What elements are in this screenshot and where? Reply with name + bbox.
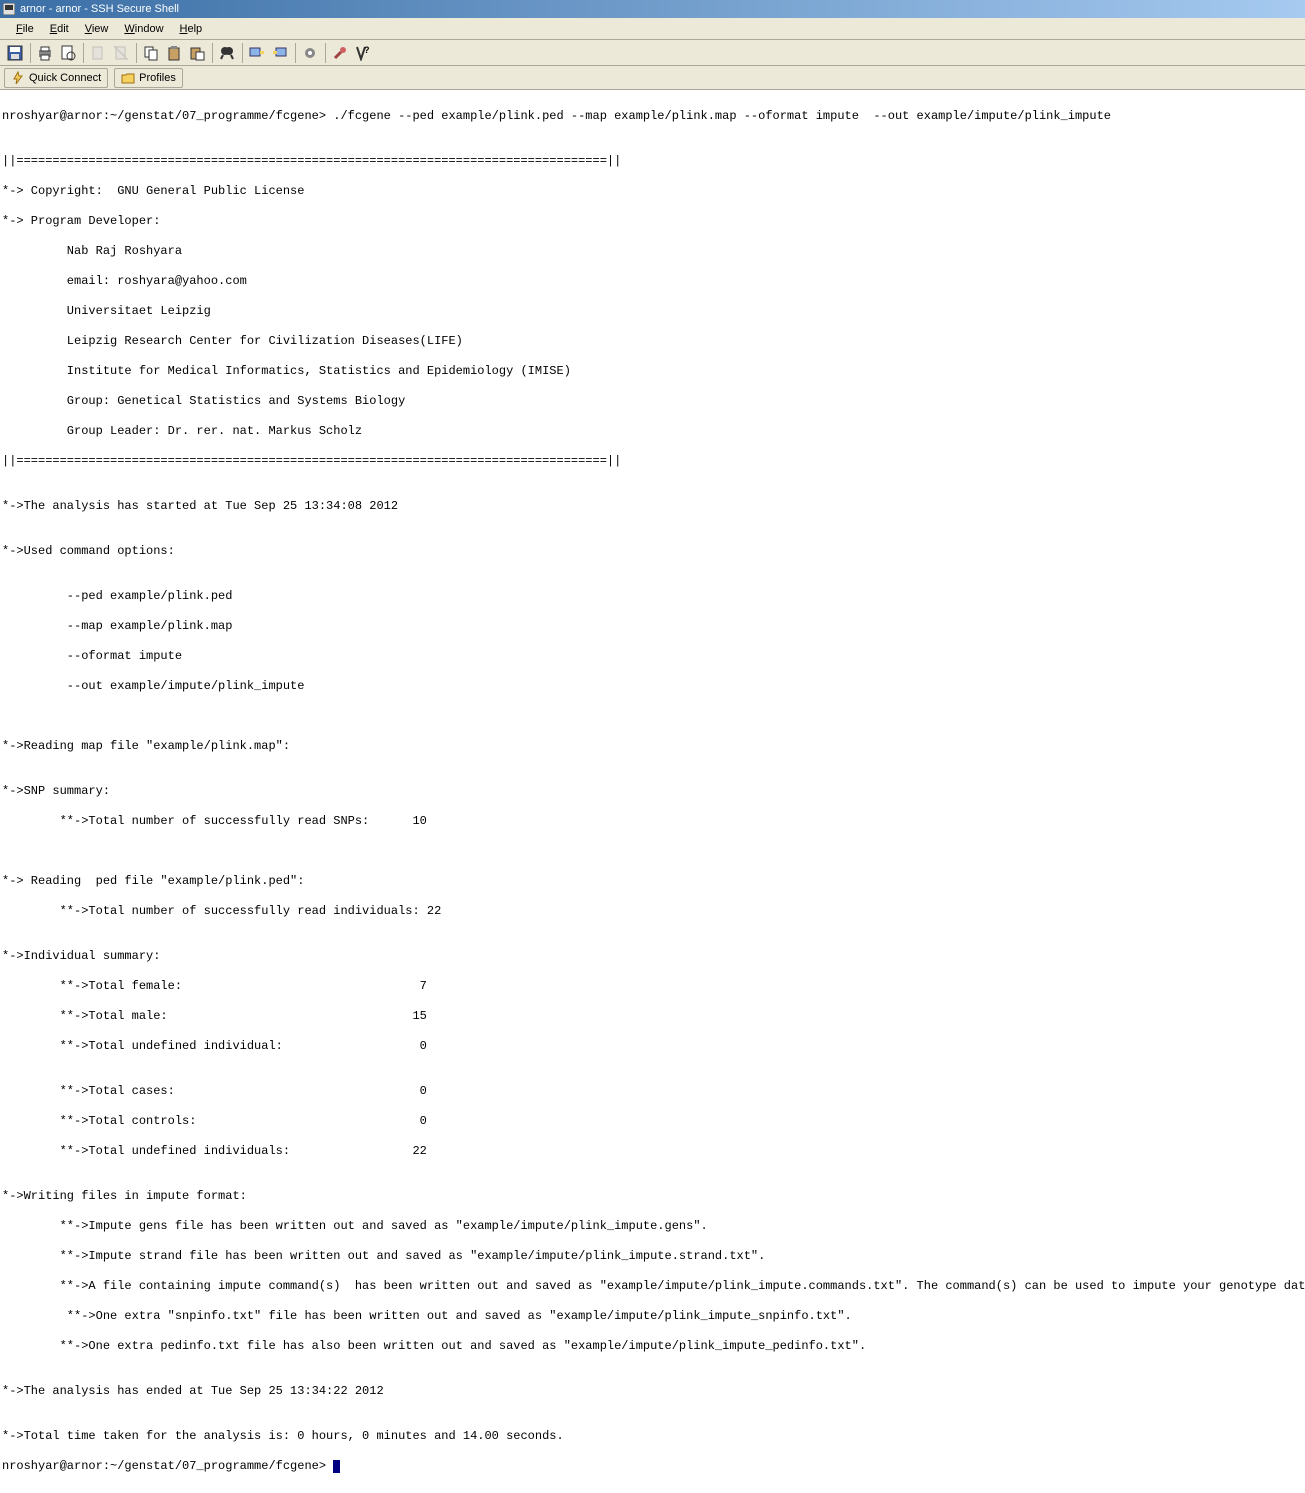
- terminal-line: **->Total female: 7: [2, 979, 1303, 994]
- new-doc-icon[interactable]: [87, 42, 109, 64]
- terminal-line: --ped example/plink.ped: [2, 589, 1303, 604]
- terminal-line: email: roshyara@yahoo.com: [2, 274, 1303, 289]
- terminal-line: --map example/plink.map: [2, 619, 1303, 634]
- terminal-line: *-> Reading ped file "example/plink.ped"…: [2, 874, 1303, 889]
- find-icon[interactable]: [216, 42, 238, 64]
- terminal-line: **->Total cases: 0: [2, 1084, 1303, 1099]
- cursor: [333, 1460, 340, 1473]
- lightning-icon: [11, 71, 25, 85]
- save-icon[interactable]: [4, 42, 26, 64]
- copy-icon[interactable]: [140, 42, 162, 64]
- profiles-button[interactable]: Profiles: [114, 68, 183, 88]
- titlebar: arnor - arnor - SSH Secure Shell: [0, 0, 1305, 18]
- terminal-line: Nab Raj Roshyara: [2, 244, 1303, 259]
- separator: [212, 43, 213, 63]
- terminal-line: Universitaet Leipzig: [2, 304, 1303, 319]
- terminal-line: --out example/impute/plink_impute: [2, 679, 1303, 694]
- menu-window[interactable]: Window: [116, 20, 171, 38]
- terminal-line: ||======================================…: [2, 154, 1303, 169]
- separator: [83, 43, 84, 63]
- terminal-line: **->One extra "snpinfo.txt" file has bee…: [2, 1309, 1303, 1324]
- terminal-line: *->The analysis has ended at Tue Sep 25 …: [2, 1384, 1303, 1399]
- terminal-output[interactable]: nroshyar@arnor:~/genstat/07_programme/fc…: [0, 90, 1305, 1493]
- connect2-icon[interactable]: [269, 42, 291, 64]
- window-title: arnor - arnor - SSH Secure Shell: [20, 3, 179, 15]
- terminal-line: **->A file containing impute command(s) …: [2, 1279, 1303, 1294]
- terminal-line: **->Total number of successfully read SN…: [2, 814, 1303, 829]
- terminal-line: *->SNP summary:: [2, 784, 1303, 799]
- menu-view[interactable]: View: [77, 20, 117, 38]
- terminal-line: *->The analysis has started at Tue Sep 2…: [2, 499, 1303, 514]
- svg-text:?: ?: [364, 45, 370, 55]
- menu-help[interactable]: Help: [172, 20, 211, 38]
- separator: [136, 43, 137, 63]
- folder-icon: [121, 71, 135, 85]
- terminal-line: **->Total male: 15: [2, 1009, 1303, 1024]
- terminal-line: **->Impute strand file has been written …: [2, 1249, 1303, 1264]
- terminal-line: *->Used command options:: [2, 544, 1303, 559]
- app-icon: [2, 2, 16, 16]
- terminal-line: **->Total undefined individual: 0: [2, 1039, 1303, 1054]
- paste-icon[interactable]: [163, 42, 185, 64]
- terminal-line: **->Total number of successfully read in…: [2, 904, 1303, 919]
- quick-connect-label: Quick Connect: [29, 72, 101, 84]
- terminal-line: --oformat impute: [2, 649, 1303, 664]
- terminal-line: Group: Genetical Statistics and Systems …: [2, 394, 1303, 409]
- terminal-line: nroshyar@arnor:~/genstat/07_programme/fc…: [2, 109, 1303, 124]
- connect-icon[interactable]: [246, 42, 268, 64]
- quickbar: Quick Connect Profiles: [0, 66, 1305, 90]
- terminal-line: Institute for Medical Informatics, Stati…: [2, 364, 1303, 379]
- menu-file[interactable]: File: [8, 20, 42, 38]
- key-icon[interactable]: [329, 42, 351, 64]
- terminal-line: ||======================================…: [2, 454, 1303, 469]
- paste2-icon[interactable]: [186, 42, 208, 64]
- terminal-line: Group Leader: Dr. rer. nat. Markus Schol…: [2, 424, 1303, 439]
- terminal-line: Leipzig Research Center for Civilization…: [2, 334, 1303, 349]
- terminal-line: **->One extra pedinfo.txt file has also …: [2, 1339, 1303, 1354]
- terminal-line: **->Impute gens file has been written ou…: [2, 1219, 1303, 1234]
- terminal-line: *-> Copyright: GNU General Public Licens…: [2, 184, 1303, 199]
- help-icon[interactable]: ?: [352, 42, 374, 64]
- toolbar: ?: [0, 40, 1305, 66]
- preview-icon[interactable]: [57, 42, 79, 64]
- menu-edit[interactable]: Edit: [42, 20, 77, 38]
- menubar: File Edit View Window Help: [0, 18, 1305, 40]
- profiles-label: Profiles: [139, 72, 176, 84]
- separator: [30, 43, 31, 63]
- separator: [325, 43, 326, 63]
- terminal-line: *->Total time taken for the analysis is:…: [2, 1429, 1303, 1444]
- terminal-line: *-> Program Developer:: [2, 214, 1303, 229]
- quick-connect-button[interactable]: Quick Connect: [4, 68, 108, 88]
- terminal-line: *->Individual summary:: [2, 949, 1303, 964]
- terminal-line: **->Total undefined individuals: 22: [2, 1144, 1303, 1159]
- new-doc2-icon[interactable]: [110, 42, 132, 64]
- terminal-line: *->Reading map file "example/plink.map":: [2, 739, 1303, 754]
- terminal-line: **->Total controls: 0: [2, 1114, 1303, 1129]
- settings-icon[interactable]: [299, 42, 321, 64]
- separator: [295, 43, 296, 63]
- terminal-prompt: nroshyar@arnor:~/genstat/07_programme/fc…: [2, 1459, 1303, 1474]
- separator: [242, 43, 243, 63]
- print-icon[interactable]: [34, 42, 56, 64]
- terminal-line: *->Writing files in impute format:: [2, 1189, 1303, 1204]
